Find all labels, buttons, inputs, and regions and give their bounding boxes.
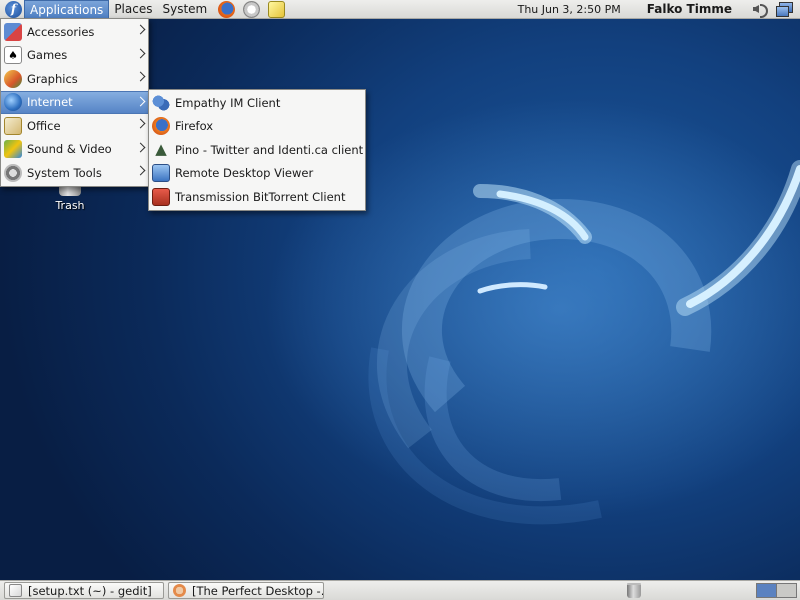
clock[interactable]: Thu Jun 3, 2:50 PM (518, 3, 621, 16)
menu-item-empathy[interactable]: Empathy IM Client (149, 91, 365, 115)
office-icon (4, 116, 22, 135)
taskbar-button-firefox[interactable]: [The Perfect Desktop -... (168, 582, 324, 599)
applications-dropdown: Accessories ♠ Games Graphics Internet Of… (0, 18, 149, 187)
menu-item-label: Games (27, 48, 68, 63)
submenu-arrow-icon (135, 142, 146, 152)
internet-icon (4, 93, 22, 112)
workspace-1[interactable] (757, 584, 777, 597)
menu-item-graphics[interactable]: Graphics (1, 67, 148, 91)
workspace-2[interactable] (777, 584, 796, 597)
accessories-icon (4, 22, 22, 41)
top-panel: f Applications Places System Thu Jun 3, … (0, 0, 800, 19)
system-menu[interactable]: System (157, 0, 212, 19)
menu-item-label: Office (27, 118, 61, 133)
menu-item-label: Graphics (27, 71, 78, 86)
menu-item-remote-desktop[interactable]: Remote Desktop Viewer (149, 162, 365, 186)
menu-item-system-tools[interactable]: System Tools (1, 161, 148, 185)
menu-item-sound-video[interactable]: Sound & Video (1, 138, 148, 162)
submenu-arrow-icon (135, 165, 146, 176)
firefox-icon (173, 584, 186, 597)
task-label: [The Perfect Desktop -... (192, 583, 324, 598)
submenu-arrow-icon (135, 96, 146, 106)
fedora-logo-icon: f (5, 0, 22, 18)
menu-item-games[interactable]: ♠ Games (1, 44, 148, 68)
task-label: [setup.txt (~) - gedit] (28, 583, 152, 598)
mail-icon (242, 0, 260, 18)
sound-video-icon (4, 140, 22, 159)
submenu-arrow-icon (135, 48, 146, 58)
menu-item-office[interactable]: Office (1, 114, 148, 138)
menu-item-label: Accessories (27, 24, 95, 39)
graphics-icon (4, 69, 22, 88)
menu-item-transmission[interactable]: Transmission BitTorrent Client (149, 185, 365, 209)
firefox-launcher[interactable] (215, 0, 237, 19)
menu-item-accessories[interactable]: Accessories (1, 20, 148, 44)
user-switcher[interactable]: Falko Timme (647, 2, 732, 16)
empathy-icon (152, 93, 170, 112)
menu-item-firefox[interactable]: Firefox (149, 115, 365, 139)
transmission-icon (152, 187, 170, 206)
gedit-icon (9, 584, 22, 597)
pino-icon: ▲ (155, 140, 167, 159)
applications-menu[interactable]: Applications (24, 0, 110, 19)
menu-item-internet[interactable]: Internet (1, 90, 148, 114)
trash-applet-icon[interactable] (627, 583, 641, 598)
bottom-panel: [setup.txt (~) - gedit] [The Perfect Des… (0, 580, 800, 600)
menu-item-label: Firefox (175, 119, 214, 134)
trash-label: Trash (55, 199, 85, 212)
internet-submenu: Empathy IM Client Firefox ▲ Pino - Twitt… (148, 89, 366, 211)
places-menu[interactable]: Places (109, 0, 157, 19)
menu-item-pino[interactable]: ▲ Pino - Twitter and Identi.ca client (149, 138, 365, 162)
note-icon (267, 0, 285, 18)
menu-item-label: Sound & Video (27, 142, 112, 157)
menu-item-label: Remote Desktop Viewer (175, 166, 314, 181)
taskbar-button-gedit[interactable]: [setup.txt (~) - gedit] (4, 582, 164, 599)
menu-item-label: Empathy IM Client (175, 95, 281, 110)
volume-icon[interactable] (752, 2, 768, 18)
submenu-arrow-icon (135, 24, 146, 35)
system-tools-icon (4, 163, 22, 182)
menu-item-label: Transmission BitTorrent Client (175, 189, 346, 204)
menu-item-label: Pino - Twitter and Identi.ca client (175, 142, 364, 157)
menu-item-label: Internet (27, 95, 73, 110)
menu-item-label: System Tools (27, 165, 102, 180)
firefox-icon (217, 0, 235, 18)
firefox-icon (152, 117, 170, 136)
panel-status-area: Thu Jun 3, 2:50 PM Falko Timme (518, 0, 800, 19)
submenu-arrow-icon (135, 118, 146, 129)
submenu-arrow-icon (135, 71, 146, 82)
mail-launcher[interactable] (240, 0, 262, 19)
network-icon[interactable] (776, 2, 793, 17)
remote-desktop-icon (152, 164, 170, 183)
note-launcher[interactable] (265, 0, 287, 19)
workspace-switcher (756, 583, 797, 598)
panel-menubar: f Applications Places System (0, 0, 212, 19)
games-icon: ♠ (4, 46, 22, 65)
